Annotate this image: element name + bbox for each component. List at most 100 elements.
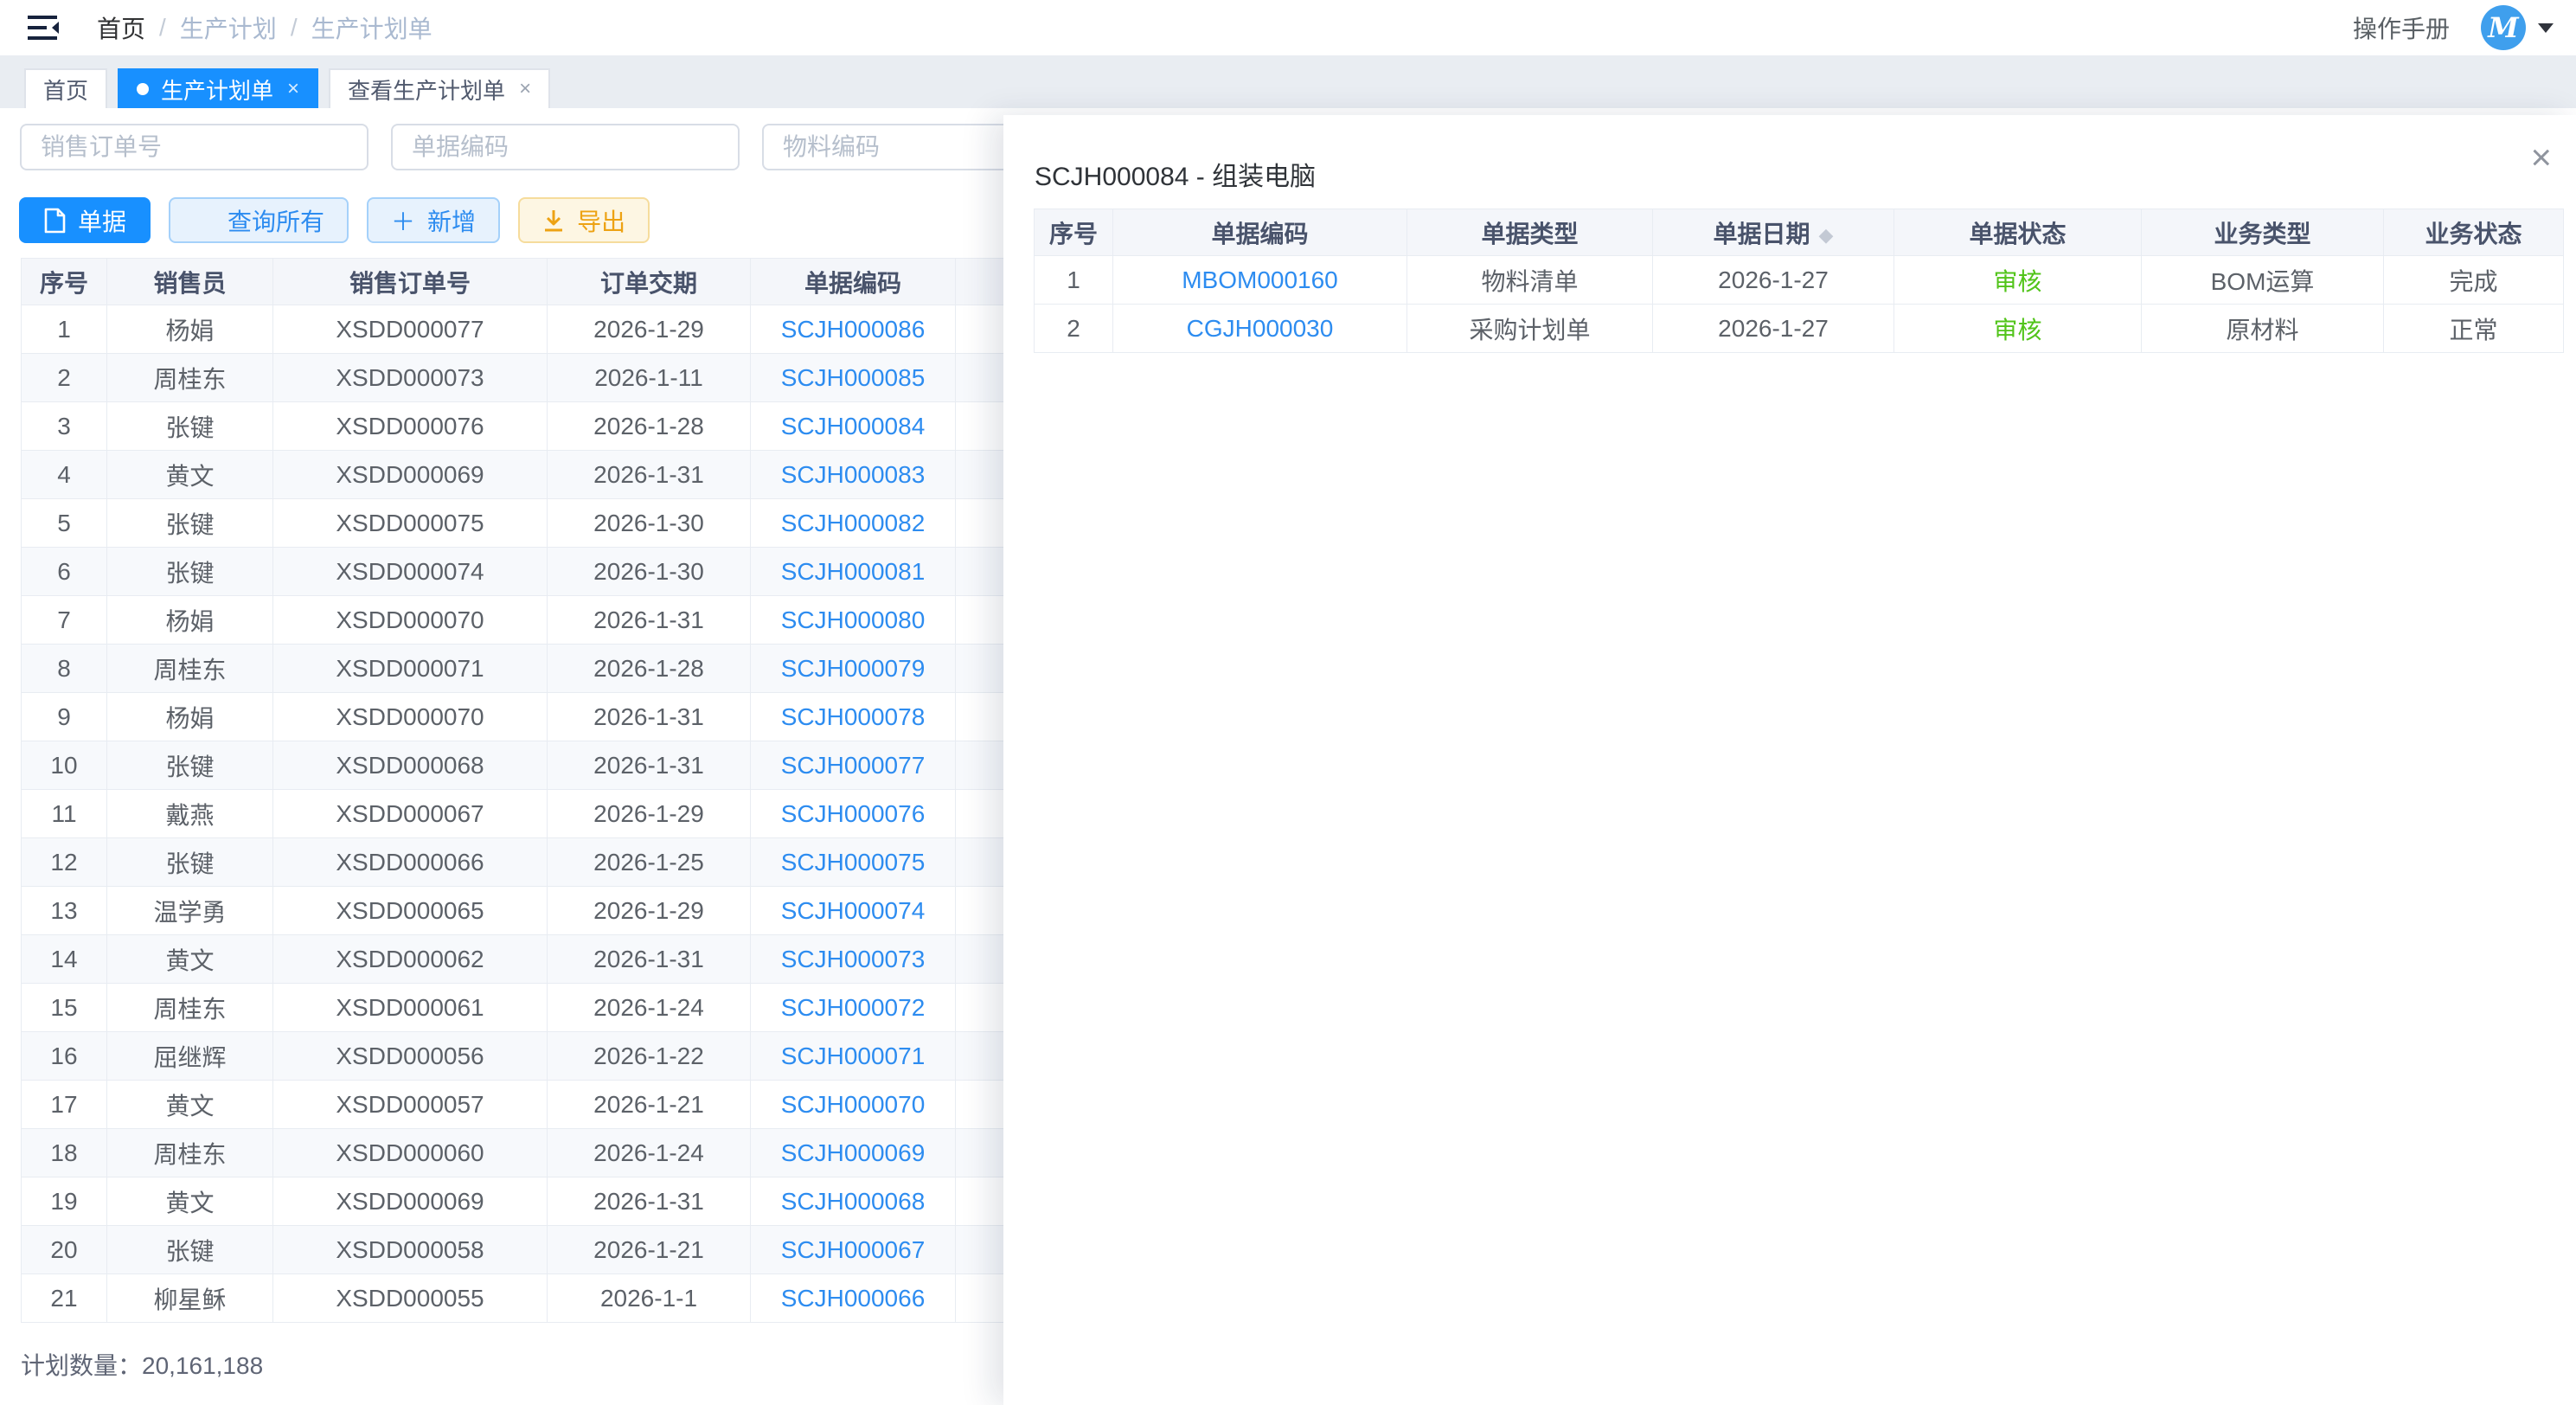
doc-code-link[interactable]: SCJH000076 xyxy=(781,800,926,827)
doc-code-link[interactable]: SCJH000069 xyxy=(781,1139,926,1166)
tab-1[interactable]: 生产计划单× xyxy=(118,68,318,108)
close-icon[interactable]: × xyxy=(2530,139,2552,176)
tab-close-icon[interactable]: × xyxy=(287,79,299,99)
doc-code-link[interactable]: SCJH000074 xyxy=(781,897,926,924)
column-header[interactable]: 单据日期◆ xyxy=(1653,209,1894,256)
doc-code-link[interactable]: SCJH000079 xyxy=(781,655,926,682)
column-header-label: 单据编码 xyxy=(1211,221,1308,247)
breadcrumb-production-plan[interactable]: 生产计划 xyxy=(180,10,277,45)
table-cell: XSDD000058 xyxy=(273,1226,548,1274)
table-row: 2CGJH000030采购计划单2026-1-27审核原材料正常 xyxy=(1035,305,2564,353)
table-cell: XSDD000076 xyxy=(273,402,548,451)
table-cell: 周桂东 xyxy=(107,645,273,693)
table-cell: 8 xyxy=(22,645,107,693)
user-avatar[interactable]: M xyxy=(2481,5,2526,50)
breadcrumb: 首页 / 生产计划 / 生产计划单 xyxy=(97,10,433,45)
doc-code-link[interactable]: SCJH000080 xyxy=(781,606,926,633)
table-cell: XSDD000069 xyxy=(273,451,548,499)
breadcrumb-home[interactable]: 首页 xyxy=(97,10,145,45)
table-row: 1MBOM000160物料清单2026-1-27审核BOM运算完成 xyxy=(1035,256,2564,305)
user-menu-caret-icon[interactable] xyxy=(2538,23,2554,33)
table-cell: SCJH000067 xyxy=(751,1226,956,1274)
doc-code-link[interactable]: SCJH000073 xyxy=(781,946,926,972)
grid-icon xyxy=(193,209,215,232)
table-cell: 完成 xyxy=(2384,256,2564,305)
tab-2[interactable]: 查看生产计划单 × xyxy=(329,68,550,108)
doc-code-link[interactable]: CGJH000030 xyxy=(1187,315,1334,342)
doc-code-link[interactable]: SCJH000067 xyxy=(781,1236,926,1263)
column-header-label: 订单交期 xyxy=(600,270,697,297)
doc-code-input[interactable] xyxy=(391,124,740,170)
column-header-label: 销售员 xyxy=(153,270,226,297)
table-cell: SCJH000073 xyxy=(751,935,956,984)
column-header: 业务状态 xyxy=(2384,209,2564,256)
filter-row xyxy=(20,124,1111,170)
doc-code-link[interactable]: SCJH000070 xyxy=(781,1091,926,1118)
table-cell: 2026-1-27 xyxy=(1653,305,1894,353)
doc-code-link[interactable]: SCJH000078 xyxy=(781,703,926,730)
doc-code-link[interactable]: SCJH000072 xyxy=(781,994,926,1021)
doc-code-link[interactable]: SCJH000086 xyxy=(781,316,926,343)
add-button[interactable]: ＋ 新增 xyxy=(367,197,500,243)
doc-code-link[interactable]: SCJH000084 xyxy=(781,413,926,439)
table-cell: BOM运算 xyxy=(2142,256,2384,305)
table-cell: 13 xyxy=(22,887,107,935)
table-cell: 2026-1-31 xyxy=(548,693,751,741)
doc-code-link[interactable]: SCJH000066 xyxy=(781,1285,926,1312)
export-button[interactable]: 导出 xyxy=(518,197,650,243)
column-header-label: 单据状态 xyxy=(1969,221,2066,247)
document-button[interactable]: 单据 xyxy=(19,197,151,243)
column-header-label: 单据类型 xyxy=(1481,221,1578,247)
table-cell: SCJH000084 xyxy=(751,402,956,451)
doc-code-link[interactable]: SCJH000075 xyxy=(781,849,926,876)
table-cell: MBOM000160 xyxy=(1113,256,1407,305)
table-cell: 11 xyxy=(22,790,107,838)
column-header: 单据编码 xyxy=(1113,209,1407,256)
table-cell: SCJH000071 xyxy=(751,1032,956,1081)
table-cell: 杨娟 xyxy=(107,596,273,645)
open-tabs-bar: 首页生产计划单× 查看生产计划单 × xyxy=(0,55,2576,108)
table-cell: XSDD000071 xyxy=(273,645,548,693)
table-cell: 2026-1-22 xyxy=(548,1032,751,1081)
menu-fold-icon[interactable] xyxy=(24,12,62,43)
table-cell: 采购计划单 xyxy=(1407,305,1653,353)
doc-code-link[interactable]: SCJH000068 xyxy=(781,1188,926,1215)
breadcrumb-production-plan-doc[interactable]: 生产计划单 xyxy=(311,10,433,45)
column-header: 单据状态 xyxy=(1894,209,2142,256)
sort-icon[interactable]: ◆ xyxy=(1819,224,1834,247)
doc-code-link[interactable]: SCJH000083 xyxy=(781,461,926,488)
query-all-button[interactable]: 查询所有 xyxy=(169,197,349,243)
table-cell: 2026-1-21 xyxy=(548,1226,751,1274)
table-cell: 柳星稣 xyxy=(107,1274,273,1323)
table-cell: SCJH000070 xyxy=(751,1081,956,1129)
table-cell: 周桂东 xyxy=(107,354,273,402)
table-cell: 15 xyxy=(22,984,107,1032)
doc-code-link[interactable]: SCJH000077 xyxy=(781,752,926,779)
table-cell: 18 xyxy=(22,1129,107,1177)
table-cell: SCJH000077 xyxy=(751,741,956,790)
doc-code-link[interactable]: SCJH000082 xyxy=(781,510,926,536)
table-cell: 2026-1-30 xyxy=(548,548,751,596)
operation-manual-link[interactable]: 操作手册 xyxy=(2353,10,2450,45)
table-cell: XSDD000055 xyxy=(273,1274,548,1323)
breadcrumb-separator: / xyxy=(291,14,298,42)
tab-label: 查看生产计划单 xyxy=(348,74,505,106)
tab-close-icon[interactable]: × xyxy=(519,79,531,99)
table-cell: 杨娟 xyxy=(107,693,273,741)
table-cell: 2026-1-29 xyxy=(548,887,751,935)
tab-0[interactable]: 首页 xyxy=(24,68,107,108)
table-cell: 2026-1-31 xyxy=(548,451,751,499)
doc-code-link[interactable]: SCJH000085 xyxy=(781,364,926,391)
doc-code-link[interactable]: MBOM000160 xyxy=(1182,266,1338,293)
sales-order-input[interactable] xyxy=(20,124,368,170)
doc-code-link[interactable]: SCJH000071 xyxy=(781,1043,926,1069)
document-icon xyxy=(43,208,66,234)
table-cell: SCJH000082 xyxy=(751,499,956,548)
table-cell: 9 xyxy=(22,693,107,741)
table-cell: 周桂东 xyxy=(107,1129,273,1177)
doc-code-link[interactable]: SCJH000081 xyxy=(781,558,926,585)
table-cell: 物料清单 xyxy=(1407,256,1653,305)
table-cell: XSDD000069 xyxy=(273,1177,548,1226)
column-header: 订单交期 xyxy=(548,259,751,305)
table-cell: 2026-1-1 xyxy=(548,1274,751,1323)
